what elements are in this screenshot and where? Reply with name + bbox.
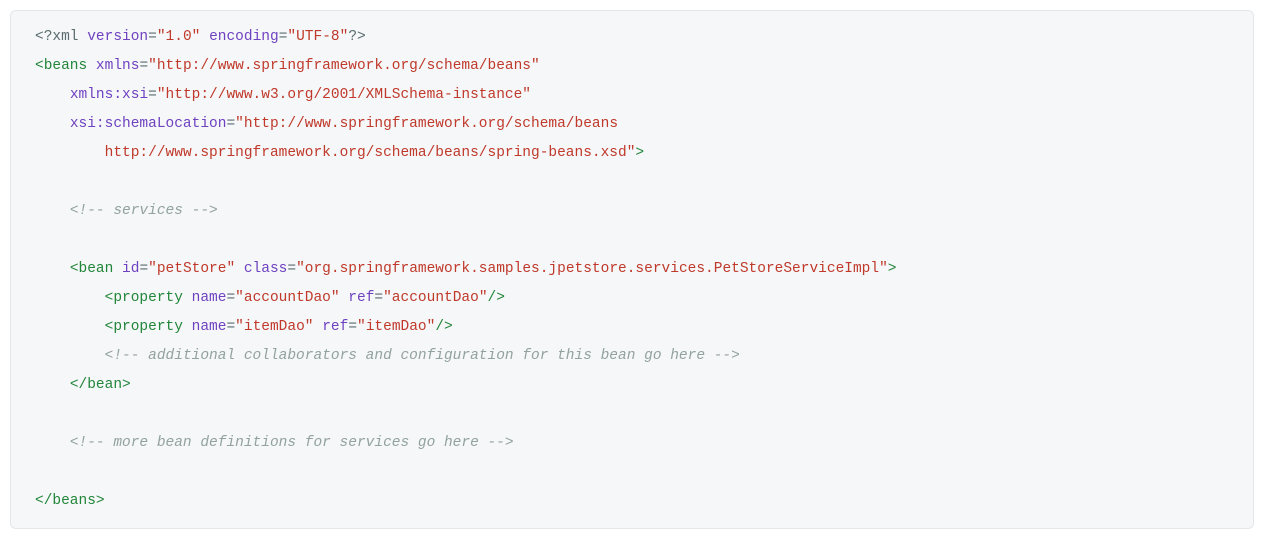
prop2-open: <property xyxy=(105,319,183,335)
prop2-ref-attr: ref xyxy=(322,319,348,335)
xml-pi-close: ?> xyxy=(348,29,365,45)
xmlns-val: "http://www.springframework.org/schema/b… xyxy=(148,58,540,74)
prop2-ref-val: "itemDao" xyxy=(357,319,435,335)
beans-close-tag: </beans> xyxy=(35,493,105,509)
prop2-close: /> xyxy=(435,319,452,335)
xml-version-attr: version xyxy=(87,29,148,45)
xmlns-xsi-attr: xmlns:xsi xyxy=(70,87,148,103)
xml-pi-open: <?xml xyxy=(35,29,79,45)
xml-code-block: <?xml version="1.0" encoding="UTF-8"?> <… xyxy=(10,10,1254,529)
prop1-name-val: "accountDao" xyxy=(235,290,339,306)
comment-collaborators: <!-- additional collaborators and config… xyxy=(105,348,740,364)
beans-open-close-angle: > xyxy=(635,145,644,161)
bean-id-val: "petStore" xyxy=(148,261,235,277)
xmlns-attr: xmlns xyxy=(96,58,140,74)
xml-encoding-val: "UTF-8" xyxy=(287,29,348,45)
comment-more-beans: <!-- more bean definitions for services … xyxy=(70,435,514,451)
schemalocation-val-2: http://www.springframework.org/schema/be… xyxy=(105,145,636,161)
bean-id-attr: id xyxy=(122,261,139,277)
bean-open: <bean xyxy=(70,261,114,277)
beans-open-tag: <beans xyxy=(35,58,87,74)
prop2-name-attr: name xyxy=(192,319,227,335)
prop1-ref-val: "accountDao" xyxy=(383,290,487,306)
prop1-open: <property xyxy=(105,290,183,306)
bean-class-val: "org.springframework.samples.jpetstore.s… xyxy=(296,261,888,277)
xml-version-val: "1.0" xyxy=(157,29,201,45)
prop1-close: /> xyxy=(488,290,505,306)
schemalocation-attr: xsi:schemaLocation xyxy=(70,116,227,132)
xmlns-xsi-val: "http://www.w3.org/2001/XMLSchema-instan… xyxy=(157,87,531,103)
bean-class-attr: class xyxy=(244,261,288,277)
schemalocation-val-1: "http://www.springframework.org/schema/b… xyxy=(235,116,618,132)
bean-close-tag: </bean> xyxy=(70,377,131,393)
xml-encoding-attr: encoding xyxy=(209,29,279,45)
comment-services: <!-- services --> xyxy=(70,203,218,219)
prop1-name-attr: name xyxy=(192,290,227,306)
bean-open-close-angle: > xyxy=(888,261,897,277)
prop1-ref-attr: ref xyxy=(348,290,374,306)
prop2-name-val: "itemDao" xyxy=(235,319,313,335)
